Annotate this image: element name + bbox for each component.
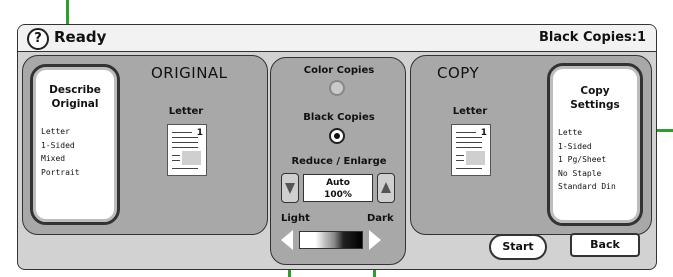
copy-document-icon: 1	[451, 124, 491, 176]
list-item: No Staple	[558, 168, 602, 178]
original-heading: ORIGINAL	[151, 64, 228, 82]
copy-settings-button[interactable]: Copy Settings Lette 1-Sided 1 Pg/Sheet N…	[547, 63, 643, 226]
copies-count: Black Copies:1	[538, 30, 646, 45]
reduce-button[interactable]	[281, 173, 299, 203]
dark-label: Dark	[367, 213, 394, 224]
enlarge-button[interactable]	[377, 173, 395, 203]
list-item: 1-Sided	[41, 140, 75, 150]
darker-button[interactable]	[369, 230, 381, 250]
list-item: Letter	[41, 127, 70, 136]
black-copies-radio[interactable]	[329, 128, 345, 144]
describe-original-summary: Letter 1-Sided Mixed Portrait	[41, 125, 117, 179]
list-item: 1 Pg/Sheet	[558, 155, 607, 164]
arrow-up-icon	[381, 182, 391, 193]
copy-heading: COPY	[437, 64, 480, 82]
reduce-enlarge-label: Reduce / Enlarge	[291, 156, 387, 167]
list-item: Lette	[558, 128, 583, 137]
original-section: Describe Original Letter 1-Sided Mixed P…	[22, 55, 268, 235]
copy-settings-title: Copy Settings	[570, 85, 620, 111]
copy-section: COPY Letter 1 Copy Settings Lette 1-Side…	[410, 55, 652, 235]
list-item: Portrait	[41, 167, 80, 177]
list-item: Standard Din	[558, 182, 616, 191]
copy-paper-label: Letter	[452, 106, 488, 117]
title-bar: ? Ready Black Copies:1	[18, 25, 656, 52]
copy-settings-summary: Lette 1-Sided 1 Pg/Sheet No Staple Stand…	[558, 126, 640, 194]
darkness-gradient	[299, 231, 363, 249]
back-button[interactable]: Back	[570, 233, 640, 257]
light-label: Light	[281, 213, 310, 224]
color-copies-radio[interactable]	[329, 80, 345, 96]
help-icon[interactable]: ?	[27, 28, 49, 50]
original-document-icon: 1	[167, 124, 207, 176]
original-paper-label: Letter	[168, 106, 204, 117]
list-item: 1-Sided	[558, 141, 592, 151]
start-button[interactable]: Start	[489, 234, 547, 260]
describe-original-button[interactable]: Describe Original Letter 1-Sided Mixed P…	[30, 64, 120, 225]
copier-panel: ? Ready Black Copies:1 Describe Original…	[17, 24, 657, 270]
arrow-down-icon	[285, 183, 295, 194]
list-item: Mixed	[41, 154, 66, 163]
describe-original-title: Describe Original	[49, 84, 101, 110]
black-copies-label: Black Copies	[303, 112, 375, 123]
color-copies-label: Color Copies	[303, 65, 375, 76]
status-text: Ready	[54, 28, 107, 46]
zoom-display: Auto 100%	[303, 174, 373, 202]
lighter-button[interactable]	[281, 230, 293, 250]
copy-options-section: Color Copies Black Copies Reduce / Enlar…	[270, 57, 406, 265]
